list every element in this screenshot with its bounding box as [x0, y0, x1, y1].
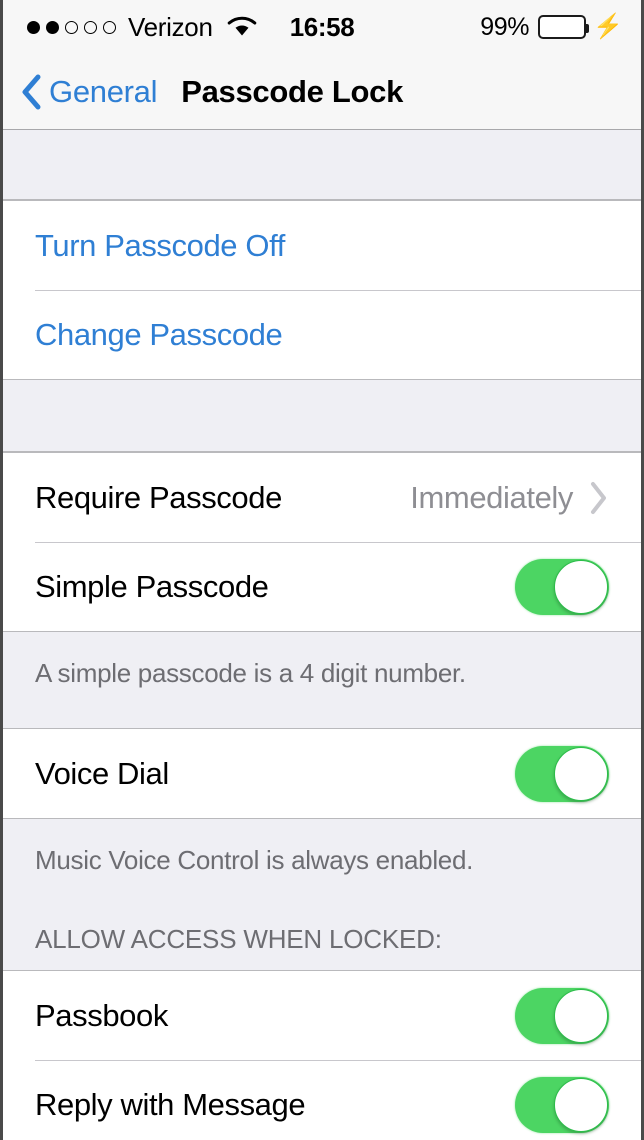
chevron-left-icon	[22, 74, 41, 109]
header-allow-access-when-locked: ALLOW ACCESS WHEN LOCKED:	[3, 876, 641, 967]
voice-dial-label: Voice Dial	[35, 755, 169, 791]
section-passcode-options: Require Passcode Immediately Simple Pass…	[3, 452, 641, 632]
row-voice-dial[interactable]: Voice Dial	[3, 729, 641, 818]
signal-dot-4	[84, 20, 97, 34]
iphone-screen: Verizon 16:58 99% ⚡ General Passcode Loc…	[0, 0, 644, 1140]
status-bar: Verizon 16:58 99% ⚡	[3, 0, 641, 54]
status-bar-right: 99% ⚡	[480, 13, 623, 42]
row-simple-passcode[interactable]: Simple Passcode	[3, 542, 641, 631]
require-passcode-right: Immediately	[410, 480, 609, 516]
signal-dot-2	[46, 20, 59, 34]
reply-with-message-toggle[interactable]	[515, 1076, 609, 1133]
simple-passcode-right	[515, 558, 609, 615]
simple-passcode-label: Simple Passcode	[35, 568, 269, 604]
signal-strength-dots	[27, 20, 116, 34]
row-passbook[interactable]: Passbook	[3, 971, 641, 1060]
toggle-knob	[554, 559, 608, 614]
group-spacer-1	[3, 130, 641, 200]
back-button-label: General	[49, 73, 158, 109]
passbook-toggle[interactable]	[515, 987, 609, 1044]
footer-simple-passcode-wrap: A simple passcode is a 4 digit number.	[3, 632, 641, 728]
section-voice-dial: Voice Dial	[3, 728, 641, 819]
simple-passcode-toggle[interactable]	[515, 558, 609, 615]
change-passcode-label: Change Passcode	[35, 316, 283, 352]
section-allow-access-when-locked: Passbook Reply with Message	[3, 970, 641, 1140]
chevron-right-icon	[591, 481, 606, 514]
require-passcode-label: Require Passcode	[35, 479, 282, 515]
voice-dial-toggle[interactable]	[515, 745, 609, 802]
battery-cap	[586, 24, 590, 33]
turn-passcode-off-label: Turn Passcode Off	[35, 227, 285, 263]
voice-dial-right	[515, 745, 609, 802]
toggle-knob	[554, 988, 608, 1043]
row-turn-passcode-off[interactable]: Turn Passcode Off	[3, 201, 641, 290]
passbook-label: Passbook	[35, 997, 168, 1033]
reply-with-message-label: Reply with Message	[35, 1086, 306, 1122]
footer-voice-dial: Music Voice Control is always enabled.	[3, 819, 641, 876]
battery-percentage: 99%	[480, 12, 530, 41]
footer-and-header-wrap: Music Voice Control is always enabled. A…	[3, 819, 641, 970]
require-passcode-value: Immediately	[410, 479, 573, 515]
footer-simple-passcode: A simple passcode is a 4 digit number.	[3, 632, 641, 689]
status-bar-left: Verizon	[27, 12, 258, 43]
back-button[interactable]: General	[19, 72, 157, 112]
row-change-passcode[interactable]: Change Passcode	[3, 290, 641, 379]
passbook-right	[515, 987, 609, 1044]
signal-dot-1	[27, 20, 40, 34]
page-title: Passcode Lock	[181, 73, 404, 109]
navigation-bar: General Passcode Lock	[3, 54, 641, 130]
carrier-name: Verizon	[128, 11, 213, 42]
battery-icon	[538, 15, 590, 39]
reply-with-message-right	[515, 1076, 609, 1133]
row-reply-with-message[interactable]: Reply with Message	[3, 1060, 641, 1140]
signal-dot-3	[65, 20, 78, 34]
row-require-passcode[interactable]: Require Passcode Immediately	[3, 453, 641, 542]
lightning-bolt-icon: ⚡	[593, 13, 623, 40]
wifi-icon	[227, 16, 256, 36]
toggle-knob	[554, 1077, 608, 1132]
signal-dot-5	[103, 20, 116, 34]
toggle-knob	[554, 746, 608, 801]
section-passcode-actions: Turn Passcode Off Change Passcode	[3, 200, 641, 380]
group-spacer-2	[3, 380, 641, 452]
